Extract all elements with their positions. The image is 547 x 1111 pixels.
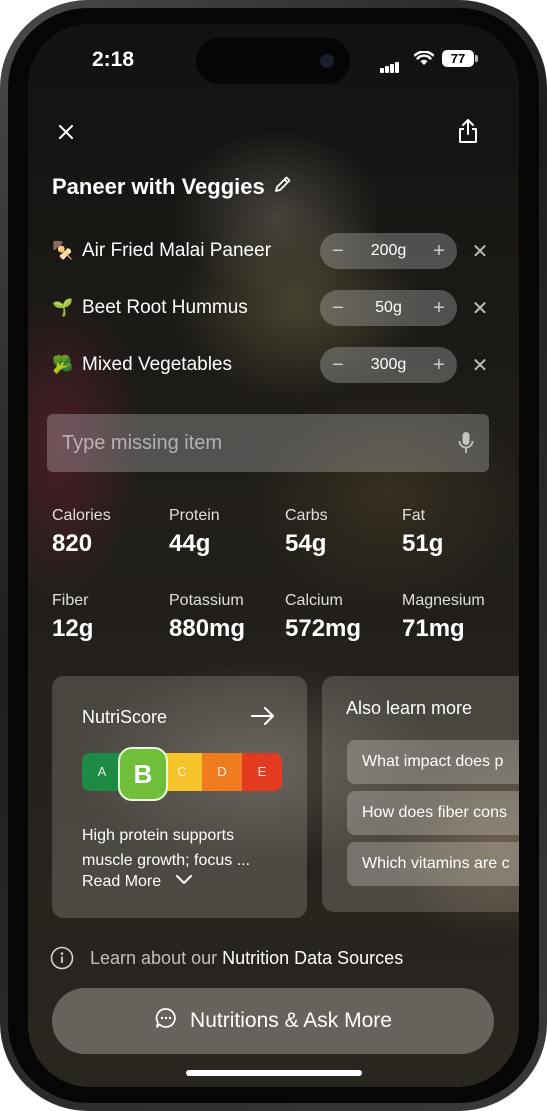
data-sources-line: Learn about our Nutrition Data Sources xyxy=(90,948,403,969)
quantity-value[interactable]: 200g xyxy=(371,242,407,260)
increment-button[interactable]: + xyxy=(421,240,457,263)
nutrient-label: Magnesium xyxy=(402,592,485,609)
battery-icon: 77 xyxy=(442,50,474,67)
nutriscore-grade-a: A xyxy=(82,753,122,791)
nutrient-value: 12g xyxy=(52,615,94,642)
pencil-icon[interactable] xyxy=(273,174,293,200)
nutrition-data-sources-link[interactable]: Nutrition Data Sources xyxy=(222,948,403,968)
chevron-down-icon xyxy=(175,873,193,891)
arrow-right-icon[interactable] xyxy=(250,706,276,731)
food-item-name: Air Fried Malai Paneer xyxy=(82,240,272,261)
home-indicator[interactable] xyxy=(186,1070,362,1076)
nutrient-calcium: Calcium 572mg xyxy=(285,592,361,643)
nutrient-magnesium: Magnesium 71mg xyxy=(402,592,485,643)
nutrient-value: 44g xyxy=(169,530,211,557)
share-icon[interactable] xyxy=(453,116,483,146)
nutrient-fiber: Fiber 12g xyxy=(52,592,93,643)
status-time: 2:18 xyxy=(92,48,135,71)
cellular-signal-icon xyxy=(380,55,400,73)
nutrient-value: 71mg xyxy=(402,615,465,642)
increment-button[interactable]: + xyxy=(421,354,457,377)
list-item: 🍢 Air Fried Malai Paneer − 200g + ✕ xyxy=(52,233,492,269)
info-icon xyxy=(50,946,74,975)
nutrient-label: Carbs xyxy=(285,507,328,524)
nutrient-value: 880mg xyxy=(169,615,246,642)
quantity-stepper: − 300g + xyxy=(320,347,457,383)
nutriscore-grade-e: E xyxy=(242,753,282,791)
missing-item-input[interactable] xyxy=(47,430,443,456)
nutrient-value: 51g xyxy=(402,530,444,557)
nutrient-protein: Protein 44g xyxy=(169,507,220,558)
meal-title-row[interactable]: Paneer with Veggies xyxy=(52,174,293,200)
quantity-value[interactable]: 300g xyxy=(371,356,407,374)
question-chip[interactable]: Which vitamins are c xyxy=(347,842,519,886)
learn-more-title: Also learn more xyxy=(346,698,473,718)
nutriscore-description: High protein supports muscle growth; foc… xyxy=(82,823,250,873)
nutrient-label: Fat xyxy=(402,507,426,524)
battery-tip xyxy=(475,55,478,62)
nutritions-ask-more-button[interactable]: Nutritions & Ask More xyxy=(52,988,494,1054)
question-chip[interactable]: How does fiber cons xyxy=(347,791,519,835)
quantity-value[interactable]: 50g xyxy=(375,299,402,317)
nutriscore-title: NutriScore xyxy=(82,707,168,727)
decrement-button[interactable]: − xyxy=(320,354,356,377)
wifi-icon xyxy=(413,50,435,71)
increment-button[interactable]: + xyxy=(421,297,457,320)
chat-bubble-icon xyxy=(154,1006,178,1036)
description-line: muscle growth; focus ... xyxy=(82,852,251,869)
list-item: 🌱 Beet Root Hummus − 50g + ✕ xyxy=(52,290,492,326)
read-more-label: Read More xyxy=(82,873,162,890)
quantity-stepper: − 200g + xyxy=(320,233,457,269)
sources-prefix: Learn about our xyxy=(90,948,223,968)
food-emoji-icon: 🍢 xyxy=(52,241,74,260)
nutrient-value: 572mg xyxy=(285,615,362,642)
nutrient-calories: Calories 820 xyxy=(52,507,111,558)
nutrient-value: 820 xyxy=(52,530,93,557)
decrement-button[interactable]: − xyxy=(320,240,356,263)
nutriscore-grade-c: C xyxy=(162,753,202,791)
close-icon[interactable] xyxy=(52,118,80,146)
nutrient-fat: Fat 51g xyxy=(402,507,443,558)
food-item-name: Beet Root Hummus xyxy=(82,297,248,318)
read-more-button[interactable]: Read More xyxy=(82,873,193,891)
missing-item-field xyxy=(47,414,489,472)
meal-title: Paneer with Veggies xyxy=(52,174,265,199)
screen: 2:18 77 Paneer with Veggies 🍢 Air Fried … xyxy=(28,24,519,1087)
microphone-icon[interactable] xyxy=(443,431,489,455)
nutrient-label: Potassium xyxy=(169,592,244,609)
remove-item-button[interactable]: ✕ xyxy=(469,239,491,264)
nutriscore-active-grade: B xyxy=(118,747,168,801)
remove-item-button[interactable]: ✕ xyxy=(469,296,491,321)
nutrient-label: Fiber xyxy=(52,592,89,609)
nutrient-label: Protein xyxy=(169,507,220,524)
nutrient-carbs: Carbs 54g xyxy=(285,507,328,558)
remove-item-button[interactable]: ✕ xyxy=(469,353,491,378)
nutriscore-scale: A C D E xyxy=(82,753,282,791)
camera-dot xyxy=(320,54,334,68)
decrement-button[interactable]: − xyxy=(320,297,356,320)
food-emoji-icon: 🥦 xyxy=(52,355,74,374)
nutrient-potassium: Potassium 880mg xyxy=(169,592,245,643)
nutritions-ask-more-label: Nutritions & Ask More xyxy=(190,1009,392,1032)
food-item-name: Mixed Vegetables xyxy=(82,354,232,375)
nutrient-value: 54g xyxy=(285,530,327,557)
description-line: High protein supports xyxy=(82,827,235,844)
list-item: 🥦 Mixed Vegetables − 300g + ✕ xyxy=(52,347,492,383)
phone-frame: 2:18 77 Paneer with Veggies 🍢 Air Fried … xyxy=(0,0,547,1111)
question-chip[interactable]: What impact does p xyxy=(347,740,519,784)
food-emoji-icon: 🌱 xyxy=(52,298,74,317)
nutrient-label: Calcium xyxy=(285,592,343,609)
nutriscore-grade-d: D xyxy=(202,753,242,791)
quantity-stepper: − 50g + xyxy=(320,290,457,326)
nutrient-label: Calories xyxy=(52,507,111,524)
